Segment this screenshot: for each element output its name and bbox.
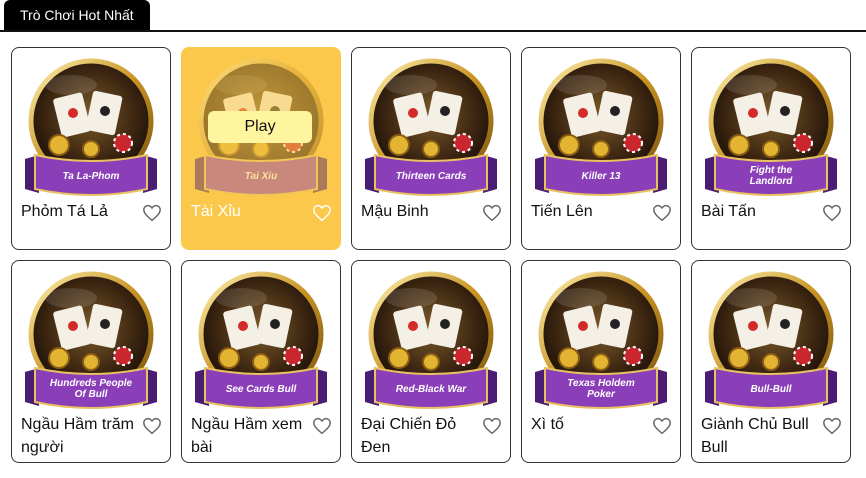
game-title: Xì tố — [531, 416, 564, 433]
game-thumbnail: Ta La-Phom — [25, 58, 157, 196]
game-title: Bài Tấn — [701, 203, 756, 220]
game-card[interactable]: Fight the Landlord Bài Tấn — [691, 47, 851, 250]
game-thumbnail: Killer 13 — [535, 58, 667, 196]
game-card[interactable]: Red-Black War Đại Chiến Đỏ Đen — [351, 260, 511, 463]
favorite-heart-icon[interactable] — [822, 204, 842, 222]
favorite-heart-icon[interactable] — [652, 204, 672, 222]
favorite-heart-icon[interactable] — [822, 417, 842, 435]
favorite-heart-icon[interactable] — [142, 417, 162, 435]
game-title: Tiến Lên — [531, 203, 593, 220]
ribbon-text: Bull-Bull — [750, 384, 791, 395]
play-button[interactable]: Play — [208, 111, 312, 143]
ribbon-text: Fight the Landlord — [750, 165, 794, 187]
ribbon-text: Thirteen Cards — [396, 171, 467, 182]
favorite-heart-icon[interactable] — [652, 417, 672, 435]
game-card[interactable]: Bull-Bull Giành Chủ Bull Bull — [691, 260, 851, 463]
game-card[interactable]: Texas Holdem Poker Xì tố — [521, 260, 681, 463]
game-title: Ngầu Hầm xem bài — [191, 416, 303, 456]
game-card[interactable]: Hundreds People Of Bull Ngầu Hầm trăm ngườ… — [11, 260, 171, 463]
favorite-heart-icon[interactable] — [142, 204, 162, 222]
ribbon-text: Tai Xiu — [245, 171, 277, 182]
ribbon-text: See Cards Bull — [226, 384, 297, 395]
game-thumbnail: Hundreds People Of Bull — [25, 271, 157, 409]
favorite-heart-icon[interactable] — [312, 204, 332, 222]
ribbon-text: Killer 13 — [582, 171, 621, 182]
game-title: Mậu Binh — [361, 203, 429, 220]
favorite-heart-icon[interactable] — [482, 204, 502, 222]
game-card[interactable]: Ta La-Phom Phỏm Tá Lả — [11, 47, 171, 250]
ribbon-text: Ta La-Phom — [63, 171, 120, 182]
game-title: Đại Chiến Đỏ Đen — [361, 416, 457, 456]
game-title: Tài Xỉu — [191, 203, 241, 220]
game-title: Giành Chủ Bull Bull — [701, 416, 809, 456]
game-thumbnail: Thirteen Cards — [365, 58, 497, 196]
game-thumbnail: Bull-Bull — [705, 271, 837, 409]
game-card[interactable]: Tai Xiu Tài Xỉu Play — [181, 47, 341, 250]
ribbon-text: Red-Black War — [396, 384, 468, 395]
game-card[interactable]: Thirteen Cards Mậu Binh — [351, 47, 511, 250]
favorite-heart-icon[interactable] — [482, 417, 502, 435]
game-title: Ngầu Hầm trăm người — [21, 416, 134, 456]
tab-hot-games[interactable]: Trò Chơi Hot Nhất — [4, 0, 150, 30]
game-thumbnail: Fight the Landlord — [705, 58, 837, 196]
game-card[interactable]: See Cards Bull Ngầu Hầm xem bài — [181, 260, 341, 463]
game-thumbnail: Texas Holdem Poker — [535, 271, 667, 409]
game-card[interactable]: Killer 13 Tiến Lên — [521, 47, 681, 250]
game-title: Phỏm Tá Lả — [21, 203, 108, 220]
section-tab-bar: Trò Chơi Hot Nhất — [0, 0, 866, 32]
game-thumbnail: Red-Black War — [365, 271, 497, 409]
game-thumbnail: See Cards Bull — [195, 271, 327, 409]
favorite-heart-icon[interactable] — [312, 417, 332, 435]
